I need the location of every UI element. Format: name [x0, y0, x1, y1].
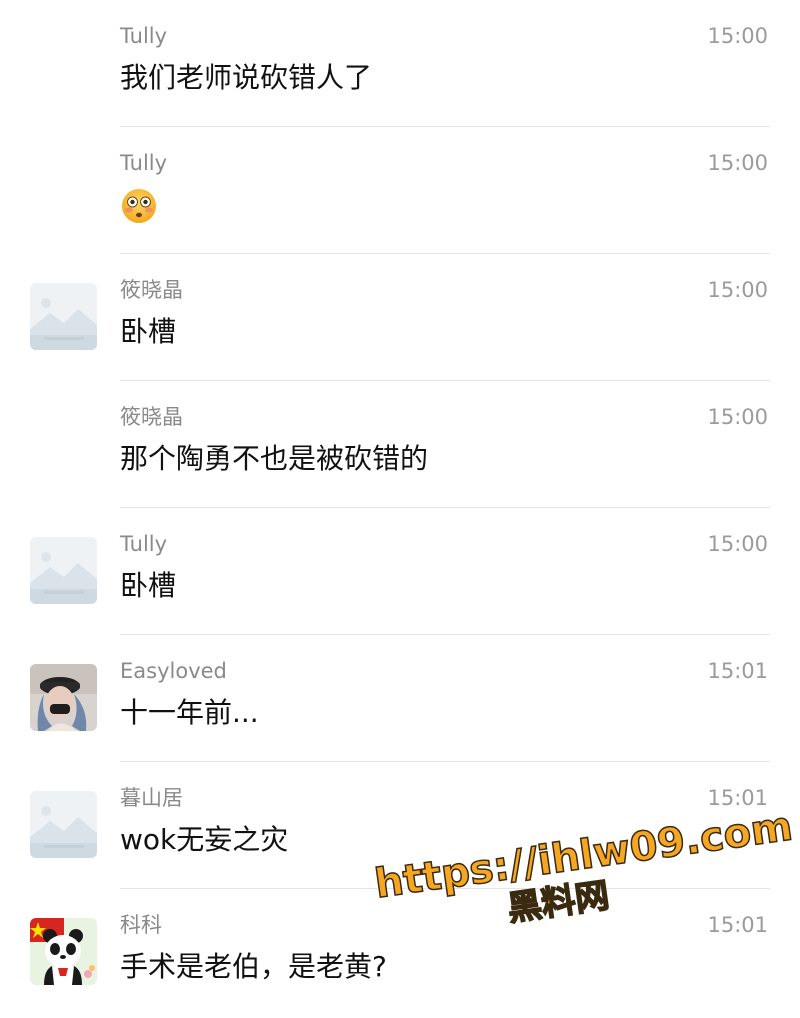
message-sender: 筱晓晶 [120, 405, 183, 429]
message-text: wok无妄之灾 [120, 823, 289, 856]
message-item[interactable]: Tully 15:00 我们老师说砍错人了 [0, 0, 800, 127]
message-item[interactable]: 筱晓晶 15:00 卧槽 [0, 254, 800, 381]
placeholder-image-icon[interactable] [30, 283, 97, 350]
message-item[interactable]: Tully 15:00 [0, 127, 800, 254]
message-time: 15:00 [707, 532, 768, 556]
message-time: 15:00 [707, 24, 768, 48]
message-time: 15:01 [707, 659, 768, 683]
message-sender: Tully [120, 532, 168, 556]
message-time: 15:00 [707, 278, 768, 302]
chat-message-list: Tully 15:00 我们老师说砍错人了 Tully 15:00 筱晓晶 15… [0, 0, 800, 1016]
panda-avatar[interactable] [30, 918, 97, 985]
message-item[interactable]: 科科 15:01 手术是老伯，是老黄? [0, 889, 800, 1016]
message-text: 我们老师说砍错人了 [120, 61, 373, 94]
message-time: 15:00 [707, 405, 768, 429]
message-time: 15:01 [707, 786, 768, 810]
message-sender: Tully [120, 151, 168, 175]
message-text: 那个陶勇不也是被砍错的 [120, 442, 429, 475]
message-sender: 暮山居 [120, 786, 183, 810]
message-sender: Easyloved [120, 659, 227, 683]
flushed-face-emoji [120, 187, 158, 236]
message-sender: 筱晓晶 [120, 278, 183, 302]
placeholder-image-icon[interactable] [30, 537, 97, 604]
message-text: 卧槽 [120, 569, 177, 602]
message-time: 15:00 [707, 151, 768, 175]
message-item[interactable]: 筱晓晶 15:00 那个陶勇不也是被砍错的 [0, 381, 800, 508]
message-text: 卧槽 [120, 315, 177, 348]
placeholder-image-icon[interactable] [30, 791, 97, 858]
message-item[interactable]: 暮山居 15:01 wok无妄之灾 [0, 762, 800, 889]
message-text: 手术是老伯，是老黄? [120, 950, 387, 983]
photo-avatar[interactable] [30, 664, 97, 731]
message-item[interactable]: Easyloved 15:01 十一年前... [0, 635, 800, 762]
message-sender: Tully [120, 24, 168, 48]
message-time: 15:01 [707, 913, 768, 937]
message-sender: 科科 [120, 913, 162, 937]
message-text: 十一年前... [120, 696, 259, 729]
message-item[interactable]: Tully 15:00 卧槽 [0, 508, 800, 635]
